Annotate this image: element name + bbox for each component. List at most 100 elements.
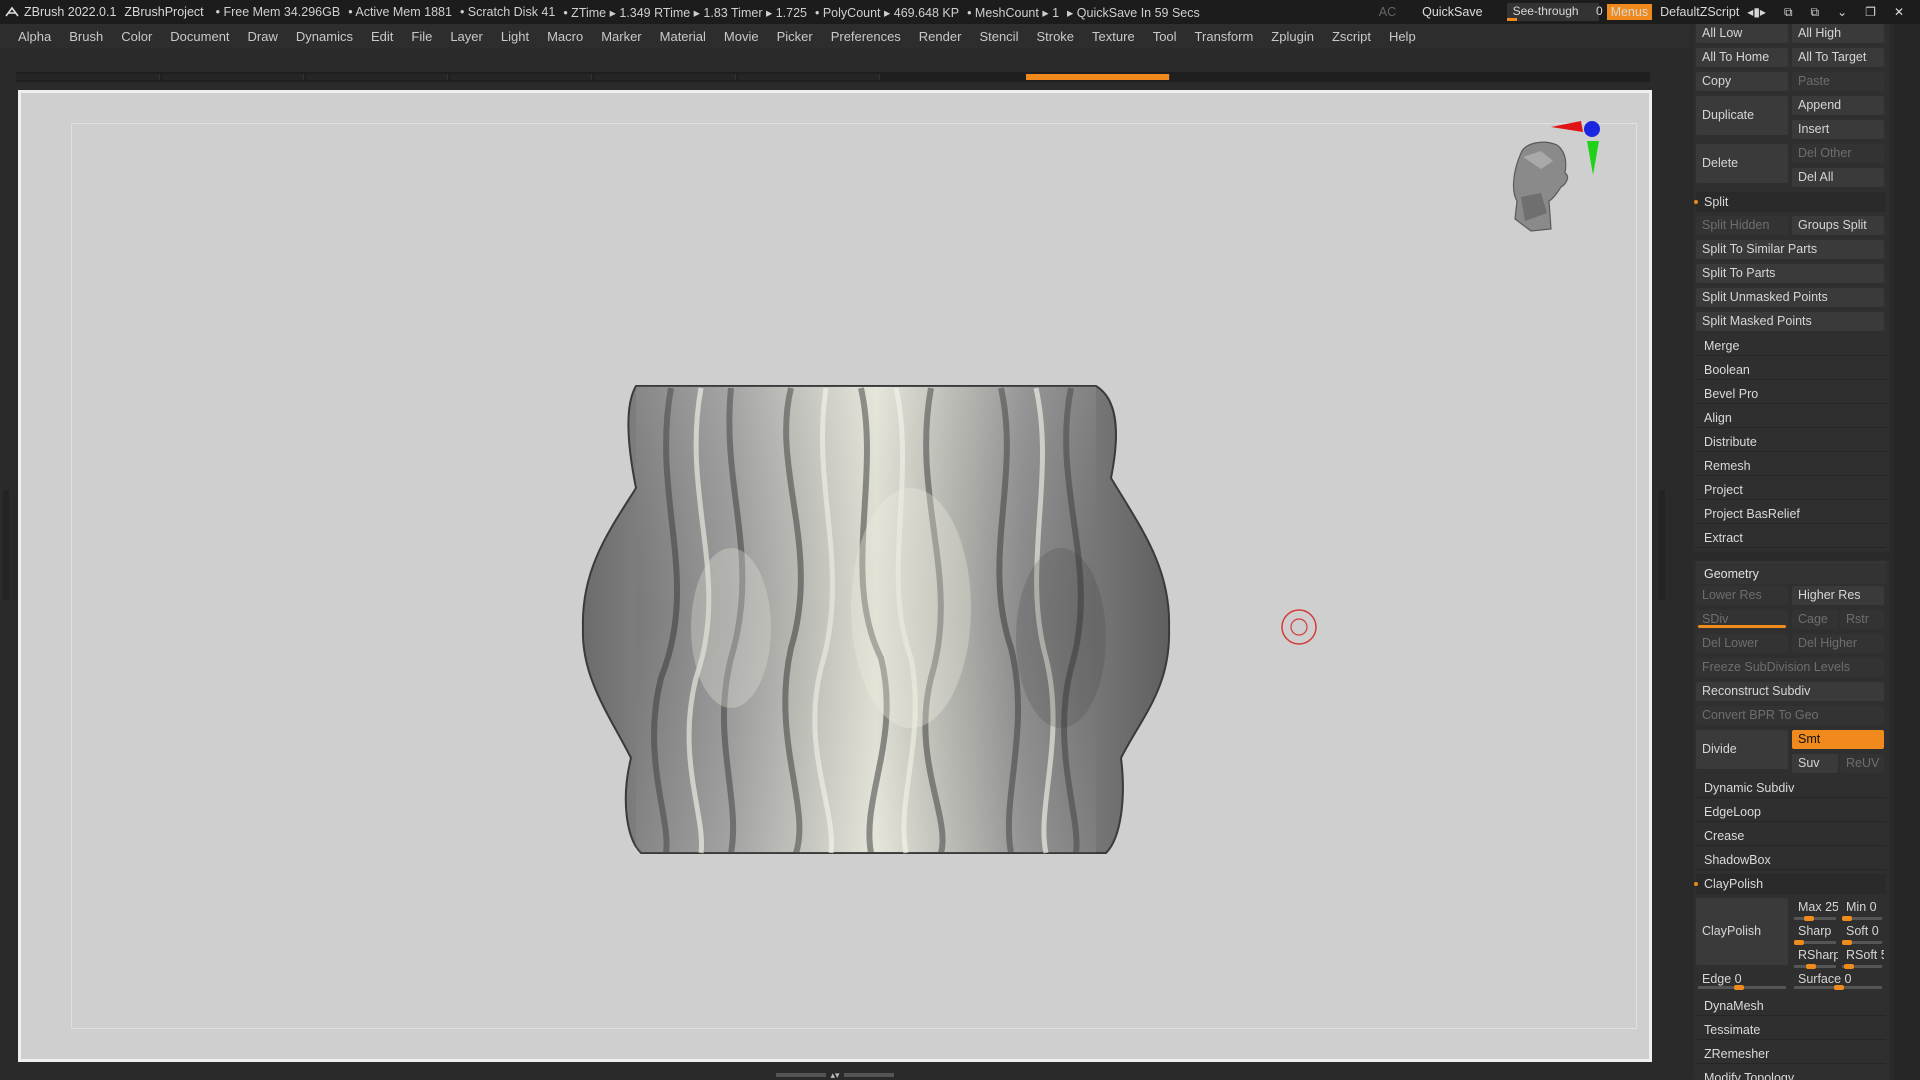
claypolish-rsharp-slider[interactable]: RSharp — [1792, 946, 1838, 965]
menu-zplugin[interactable]: Zplugin — [1262, 29, 1323, 44]
menu-zscript[interactable]: Zscript — [1323, 29, 1380, 44]
menu-marker[interactable]: Marker — [592, 29, 650, 44]
delete-button[interactable]: Delete — [1696, 144, 1788, 183]
split-unmasked-button[interactable]: Split Unmasked Points — [1696, 288, 1884, 307]
copy-button[interactable]: Copy — [1696, 72, 1788, 91]
menu-brush[interactable]: Brush — [60, 29, 112, 44]
suv-toggle[interactable]: Suv — [1792, 754, 1838, 773]
tab-5[interactable] — [594, 74, 736, 80]
claypolish-sharp-slider[interactable]: Sharp — [1792, 922, 1838, 941]
geometry-header[interactable]: Geometry — [1696, 562, 1886, 584]
bottom-tray-handle[interactable]: ▴▾ — [770, 1070, 900, 1080]
menu-render[interactable]: Render — [910, 29, 971, 44]
split-masked-button[interactable]: Split Masked Points — [1696, 312, 1884, 331]
split-hidden-button[interactable]: Split Hidden — [1696, 216, 1788, 235]
defaultzscript-button[interactable]: DefaultZScript — [1660, 5, 1739, 19]
freeze-subdiv-button[interactable]: Freeze SubDivision Levels — [1696, 658, 1884, 677]
menu-edit[interactable]: Edit — [362, 29, 402, 44]
menu-draw[interactable]: Draw — [239, 29, 287, 44]
menu-preferences[interactable]: Preferences — [822, 29, 910, 44]
modify-topology-section[interactable]: Modify Topology — [1696, 1068, 1886, 1080]
ui-layout2-icon[interactable]: ⧉ — [1811, 5, 1820, 20]
menu-movie[interactable]: Movie — [715, 29, 768, 44]
claypolish-rsoft-slider[interactable]: RSoft 5 — [1840, 946, 1884, 965]
align-section[interactable]: Align — [1696, 408, 1886, 428]
duplicate-button[interactable]: Duplicate — [1696, 96, 1788, 135]
higher-res-button[interactable]: Higher Res — [1792, 586, 1884, 605]
tessimate-section[interactable]: Tessimate — [1696, 1020, 1886, 1040]
project-section[interactable]: Project — [1696, 480, 1886, 500]
zremesher-section[interactable]: ZRemesher — [1696, 1044, 1886, 1064]
distribute-section[interactable]: Distribute — [1696, 432, 1886, 452]
cage-button[interactable]: Cage — [1792, 610, 1838, 629]
reconstruct-subdiv-button[interactable]: Reconstruct Subdiv — [1696, 682, 1884, 701]
close-icon[interactable]: ✕ — [1894, 5, 1904, 19]
tab-3[interactable] — [306, 74, 448, 80]
menu-picker[interactable]: Picker — [768, 29, 822, 44]
shadowbox-section[interactable]: ShadowBox — [1696, 850, 1886, 870]
menu-stroke[interactable]: Stroke — [1027, 29, 1083, 44]
menu-file[interactable]: File — [402, 29, 441, 44]
extract-section[interactable]: Extract — [1696, 528, 1886, 548]
tab-2[interactable] — [162, 74, 304, 80]
all-high-button[interactable]: All High — [1792, 24, 1884, 43]
split-section-header[interactable]: Split — [1694, 192, 1886, 212]
remesh-section[interactable]: Remesh — [1696, 456, 1886, 476]
claypolish-max-slider[interactable]: Max 25 — [1792, 898, 1838, 917]
del-other-button[interactable]: Del Other — [1792, 144, 1884, 163]
sculpted-mesh[interactable] — [581, 378, 1221, 858]
insert-button[interactable]: Insert — [1792, 120, 1884, 139]
smt-toggle[interactable]: Smt — [1792, 730, 1884, 749]
lower-res-button[interactable]: Lower Res — [1696, 586, 1788, 605]
bevel-pro-section[interactable]: Bevel Pro — [1696, 384, 1886, 404]
divide-button[interactable]: Divide — [1696, 730, 1788, 769]
del-lower-button[interactable]: Del Lower — [1696, 634, 1788, 653]
claypolish-button[interactable]: ClayPolish — [1696, 898, 1788, 965]
left-tray-handle[interactable] — [3, 490, 9, 600]
tab-4[interactable] — [450, 74, 592, 80]
claypolish-min-slider[interactable]: Min 0 — [1840, 898, 1884, 917]
claypolish-section-header[interactable]: ClayPolish — [1694, 874, 1886, 894]
quicksave-button[interactable]: QuickSave — [1422, 5, 1482, 19]
menu-texture[interactable]: Texture — [1083, 29, 1144, 44]
tab-active[interactable] — [1026, 74, 1170, 80]
all-low-button[interactable]: All Low — [1696, 24, 1788, 43]
menu-stencil[interactable]: Stencil — [970, 29, 1027, 44]
tab-1[interactable] — [16, 74, 160, 80]
split-to-parts-button[interactable]: Split To Parts — [1696, 264, 1884, 283]
rstr-button[interactable]: Rstr — [1840, 610, 1884, 629]
boolean-section[interactable]: Boolean — [1696, 360, 1886, 380]
append-button[interactable]: Append — [1792, 96, 1884, 115]
dynamesh-section[interactable]: DynaMesh — [1696, 996, 1886, 1016]
ui-layout-icon[interactable]: ⧉ — [1784, 5, 1793, 20]
edgeloop-section[interactable]: EdgeLoop — [1696, 802, 1886, 822]
seethrough-slider[interactable]: See-through 0 — [1506, 3, 1603, 21]
claypolish-soft-slider[interactable]: Soft 0 — [1840, 922, 1884, 941]
menu-alpha[interactable]: Alpha — [0, 29, 60, 44]
crease-section[interactable]: Crease — [1696, 826, 1886, 846]
split-similar-parts-button[interactable]: Split To Similar Parts — [1696, 240, 1884, 259]
reuv-toggle[interactable]: ReUV — [1840, 754, 1884, 773]
merge-section[interactable]: Merge — [1696, 336, 1886, 356]
restore-icon[interactable]: ❐ — [1865, 5, 1876, 19]
menu-light[interactable]: Light — [492, 29, 538, 44]
paste-button[interactable]: Paste — [1792, 72, 1884, 91]
menu-transform[interactable]: Transform — [1186, 29, 1263, 44]
menu-macro[interactable]: Macro — [538, 29, 592, 44]
menu-material[interactable]: Material — [651, 29, 715, 44]
menu-help[interactable]: Help — [1380, 29, 1425, 44]
menu-color[interactable]: Color — [112, 29, 161, 44]
right-tray-handle[interactable] — [1659, 490, 1665, 600]
layout-toggle-icon[interactable]: ◂▮▸ — [1747, 5, 1766, 19]
del-higher-button[interactable]: Del Higher — [1792, 634, 1884, 653]
document-canvas[interactable] — [18, 90, 1652, 1062]
project-basrelief-section[interactable]: Project BasRelief — [1696, 504, 1886, 524]
all-to-target-button[interactable]: All To Target — [1792, 48, 1884, 67]
navigation-head-gizmo[interactable] — [1501, 117, 1611, 237]
menu-tool[interactable]: Tool — [1144, 29, 1186, 44]
menus-toggle[interactable]: Menus — [1606, 4, 1653, 20]
del-all-button[interactable]: Del All — [1792, 168, 1884, 187]
dynamic-subdiv-section[interactable]: Dynamic Subdiv — [1696, 778, 1886, 798]
palette-scroll-edge[interactable] — [1894, 24, 1920, 1080]
menu-dynamics[interactable]: Dynamics — [287, 29, 362, 44]
